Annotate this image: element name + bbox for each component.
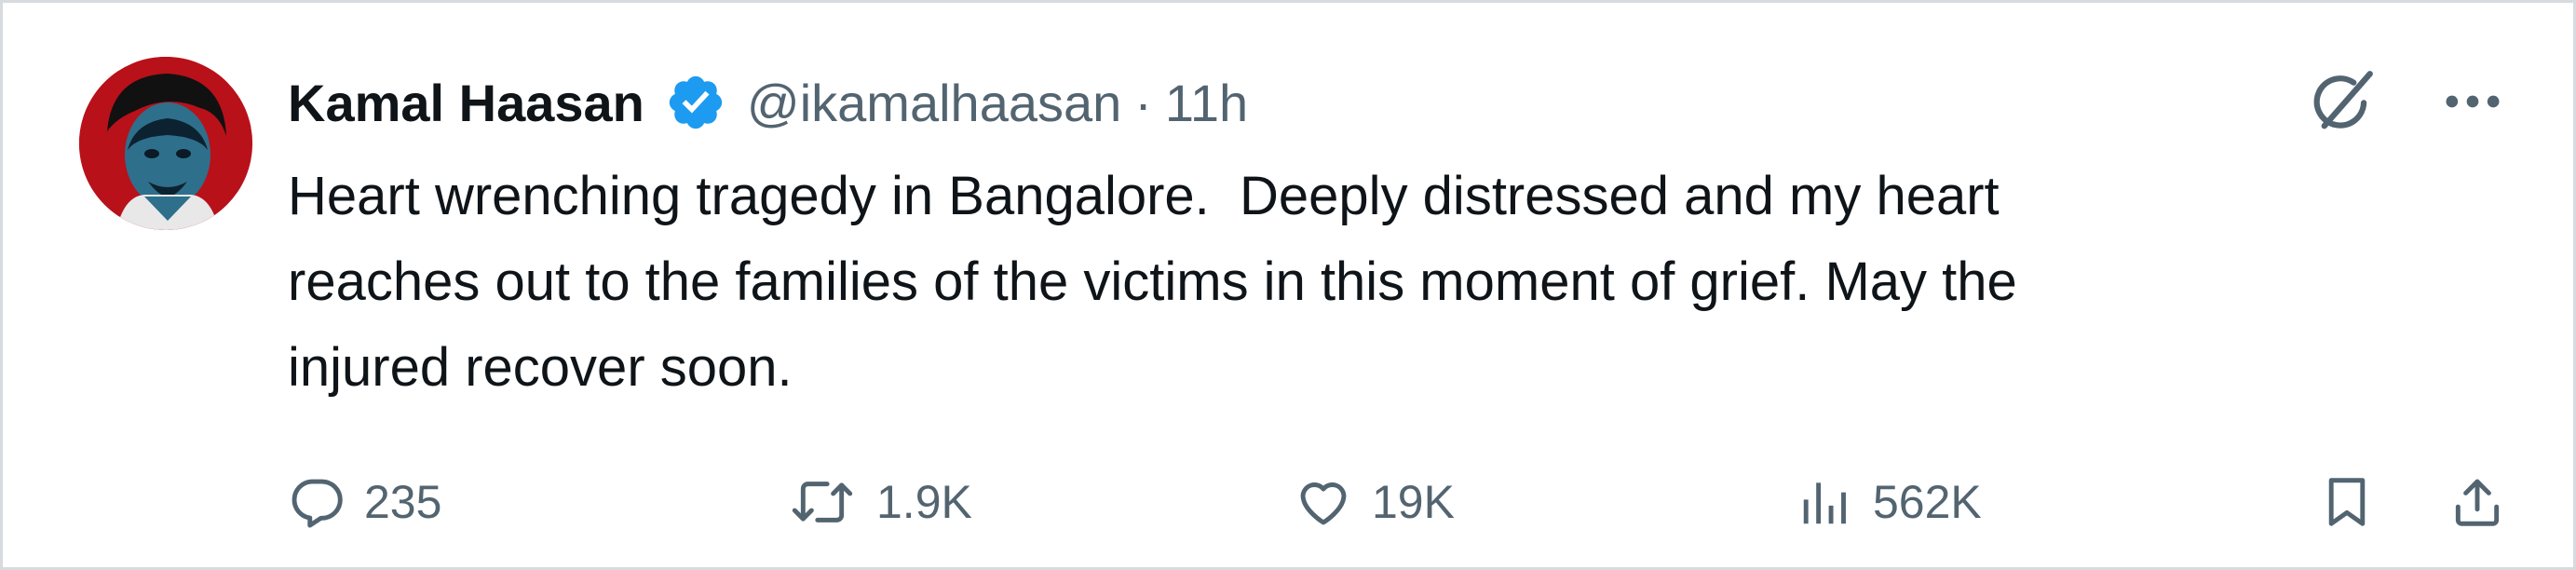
reply-count: 235 — [364, 476, 442, 528]
avatar[interactable] — [79, 57, 252, 230]
bookmark-icon — [2328, 478, 2366, 526]
repost-button[interactable]: 1.9K — [787, 457, 972, 547]
tweet-text-line: reaches out to the families of the victi… — [288, 251, 2017, 312]
avatar-portrait — [79, 57, 252, 230]
views-icon — [1803, 482, 1846, 524]
views-button[interactable]: 562K — [1796, 457, 1982, 547]
like-icon — [1300, 482, 1347, 525]
grok-icon[interactable] — [2303, 62, 2381, 141]
repost-count: 1.9K — [876, 476, 972, 528]
tweet-actions-bar: 235 1.9K 19K 562K — [288, 457, 2506, 547]
reply-button[interactable]: 235 — [288, 457, 441, 547]
more-options-icon[interactable] — [2437, 66, 2508, 137]
verified-badge-icon[interactable] — [665, 72, 726, 133]
tweet-text-line: Heart wrenching tragedy in Bangalore. De… — [288, 166, 2000, 226]
tweet-text: Heart wrenching tragedy in Bangalore. De… — [288, 154, 2411, 411]
share-icon — [2455, 479, 2500, 526]
author-name[interactable]: Kamal Haasan — [288, 73, 644, 133]
views-count: 562K — [1873, 476, 1982, 528]
author-handle[interactable]: @ikamalhaasan — [747, 73, 1121, 133]
tweet-card[interactable]: Kamal Haasan @ikamalhaasan · 11h Heart w… — [0, 0, 2576, 570]
like-count: 19K — [1372, 476, 1455, 528]
like-button[interactable]: 19K — [1294, 457, 1455, 547]
tweet-header: Kamal Haasan @ikamalhaasan · 11h — [288, 61, 1248, 144]
share-button[interactable] — [2448, 457, 2506, 547]
tweet-timestamp[interactable]: 11h — [1165, 73, 1248, 133]
bookmark-button[interactable] — [2318, 457, 2376, 547]
reply-icon — [291, 479, 343, 528]
repost-icon — [792, 482, 853, 522]
tweet-text-line: injured recover soon. — [288, 337, 793, 398]
separator-dot: · — [1134, 73, 1152, 132]
tweet-top-actions — [2303, 62, 2508, 141]
